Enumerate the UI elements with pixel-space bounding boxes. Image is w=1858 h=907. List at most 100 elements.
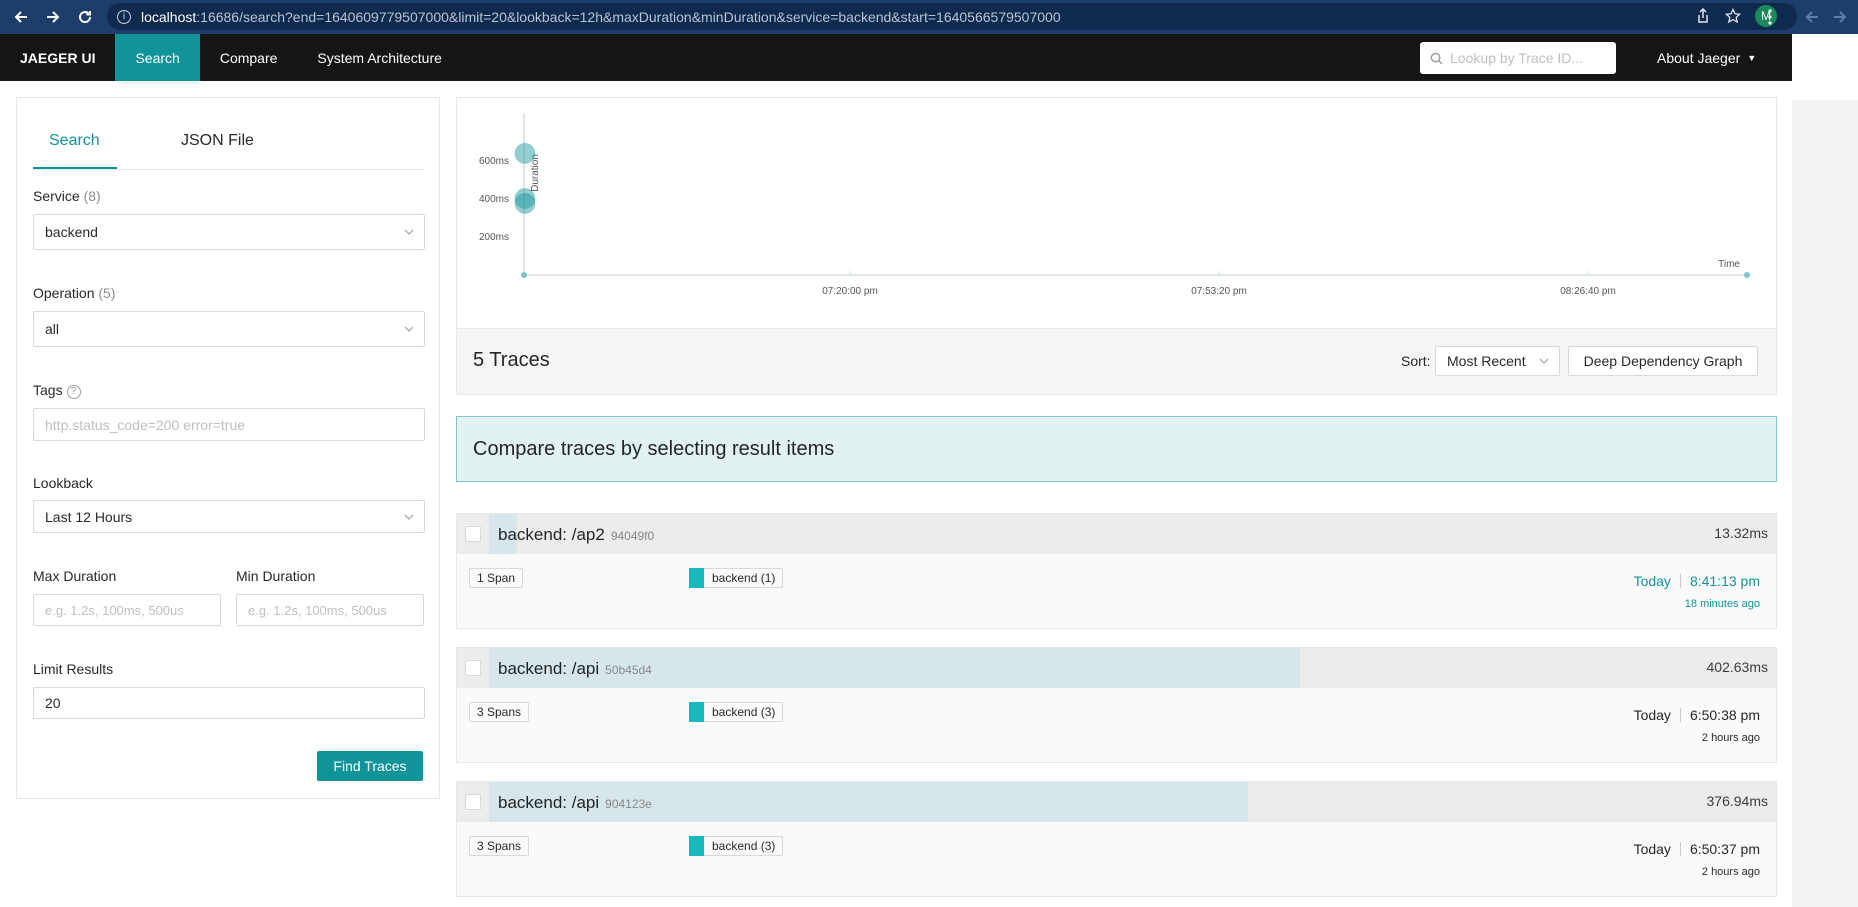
lookback-select[interactable]: Last 12 Hours bbox=[33, 500, 425, 533]
divider bbox=[1679, 574, 1681, 588]
browser-toolbar: i localhost:16686/search?end=16406097795… bbox=[0, 0, 1858, 34]
x-tick-label: 07:20:00 pm bbox=[822, 286, 878, 297]
trace-item-header[interactable]: backend: /api 904123e 376.94ms bbox=[457, 782, 1776, 822]
sort-label: Sort: bbox=[1401, 353, 1431, 369]
trace-item-header[interactable]: backend: /ap2 94049f0 13.32ms bbox=[457, 514, 1776, 554]
trace-title[interactable]: backend: /api 50b45d4 bbox=[498, 659, 652, 679]
about-label: About Jaeger bbox=[1657, 49, 1741, 66]
trace-title[interactable]: backend: /api 904123e bbox=[498, 793, 652, 813]
trace-duration: 402.63ms bbox=[1706, 659, 1768, 675]
trace-time: 6:50:38 pm bbox=[1689, 707, 1760, 723]
axis-origin-dot bbox=[521, 272, 527, 278]
min-duration-label: Min Duration bbox=[236, 568, 316, 584]
max-duration-label: Max Duration bbox=[33, 568, 117, 584]
span-count-tag: 3 Spans bbox=[469, 836, 530, 856]
devtools-back-icon[interactable] bbox=[1800, 0, 1824, 34]
lookup-placeholder: Lookup by Trace ID... bbox=[1450, 50, 1584, 66]
tab-search[interactable]: Search bbox=[49, 132, 100, 150]
trace-duration: 376.94ms bbox=[1706, 793, 1768, 809]
chevron-down-icon: ▼ bbox=[1747, 52, 1757, 63]
max-duration-input[interactable]: e.g. 1.2s, 100ms, 500us bbox=[33, 594, 221, 626]
trace-id-lookup-input[interactable]: Lookup by Trace ID... bbox=[1420, 42, 1616, 74]
trace-scatter-plot: 200ms 400ms 600ms 07:20:00 pm 07:53:20 pm 08:… bbox=[456, 97, 1777, 329]
y-tick-label: 400ms bbox=[479, 194, 509, 205]
sort-value: Most Recent bbox=[1447, 353, 1526, 369]
trace-relative-time: 2 hours ago bbox=[1701, 732, 1760, 744]
deep-dependency-graph-button[interactable]: Deep Dependency Graph bbox=[1568, 346, 1758, 376]
trace-id: 94049f0 bbox=[610, 529, 655, 543]
url-path: :16686/search?end=1640609779507000&limit… bbox=[196, 8, 1061, 25]
search-icon bbox=[1430, 52, 1443, 64]
browser-menu-icon[interactable] bbox=[1760, 0, 1780, 34]
service-tag: backend (3) bbox=[689, 702, 784, 722]
compare-checkbox[interactable] bbox=[465, 794, 481, 810]
jaeger-brand[interactable]: JAEGER UI bbox=[0, 34, 115, 81]
trace-item[interactable]: backend: /ap2 94049f0 13.32ms 1 Span backend… bbox=[456, 513, 1777, 629]
service-tag-label: backend (1) bbox=[712, 571, 776, 585]
tags-input[interactable]: http.status_code=200 error=true bbox=[33, 408, 425, 441]
operation-value: all bbox=[45, 321, 60, 337]
trace-item[interactable]: backend: /api 904123e 376.94ms 3 Spans backe… bbox=[456, 781, 1777, 897]
y-tick-label: 200ms bbox=[479, 232, 509, 243]
trace-count: 5 Traces bbox=[473, 349, 550, 371]
compare-checkbox[interactable] bbox=[465, 660, 481, 676]
nav-system-architecture[interactable]: System Architecture bbox=[297, 34, 462, 81]
service-label: Service (8) bbox=[33, 188, 101, 204]
bookmark-star-icon[interactable] bbox=[1724, 7, 1742, 27]
chevron-down-icon bbox=[404, 326, 414, 332]
about-jaeger-menu[interactable]: About Jaeger ▼ bbox=[1657, 34, 1756, 81]
forward-icon[interactable] bbox=[37, 0, 69, 34]
trace-relative-time: 18 minutes ago bbox=[1684, 598, 1760, 610]
min-duration-input[interactable]: e.g. 1.2s, 100ms, 500us bbox=[236, 594, 424, 626]
share-icon[interactable] bbox=[1695, 7, 1711, 27]
trace-day: Today bbox=[1633, 573, 1671, 589]
service-tag-label: backend (3) bbox=[712, 839, 776, 853]
trace-item[interactable]: backend: /api 50b45d4 402.63ms 3 Spans backe… bbox=[456, 647, 1777, 763]
address-bar[interactable]: i localhost:16686/search?end=16406097795… bbox=[107, 3, 1797, 30]
jaeger-top-nav: JAEGER UI Search Compare System Architec… bbox=[0, 34, 1792, 81]
trace-point bbox=[514, 192, 536, 214]
trace-start-time: Today 6:50:38 pm bbox=[1634, 707, 1760, 723]
service-select[interactable]: backend bbox=[33, 214, 425, 250]
help-icon[interactable]: ? bbox=[66, 385, 81, 399]
trace-name: backend: /ap2 bbox=[498, 525, 605, 544]
compare-banner: Compare traces by selecting result items bbox=[456, 416, 1777, 482]
site-info-icon[interactable]: i bbox=[117, 9, 131, 24]
service-tag: backend (1) bbox=[689, 568, 784, 588]
sort-select[interactable]: Most Recent bbox=[1435, 346, 1560, 376]
results-header: 5 Traces Sort: Most Recent Deep Dependen… bbox=[456, 329, 1777, 395]
lookback-label: Lookback bbox=[33, 475, 93, 491]
service-value: backend bbox=[45, 224, 98, 240]
back-icon[interactable] bbox=[5, 0, 37, 34]
operation-label-text: Operation bbox=[33, 285, 95, 301]
tab-json-file[interactable]: JSON File bbox=[181, 132, 254, 150]
trace-time: 8:41:13 pm bbox=[1689, 573, 1760, 589]
find-traces-button[interactable]: Find Traces bbox=[317, 751, 423, 781]
devtools-side-panel bbox=[1792, 34, 1858, 907]
limit-results-input[interactable]: 20 bbox=[33, 687, 425, 719]
x-tick-label: 07:53:20 pm bbox=[1191, 286, 1247, 297]
operation-label: Operation (5) bbox=[33, 285, 116, 301]
nav-compare[interactable]: Compare bbox=[200, 34, 298, 81]
compare-checkbox[interactable] bbox=[465, 526, 481, 542]
span-count-tag: 1 Span bbox=[469, 568, 524, 588]
divider bbox=[1679, 842, 1681, 856]
x-tick-label: 08:26:40 pm bbox=[1560, 286, 1616, 297]
trace-title[interactable]: backend: /ap2 94049f0 bbox=[498, 525, 654, 545]
trace-point bbox=[514, 142, 536, 164]
trace-time: 6:50:37 pm bbox=[1689, 841, 1760, 857]
tags-label-text: Tags bbox=[33, 382, 63, 398]
nav-search[interactable]: Search bbox=[115, 34, 200, 81]
service-tag: backend (3) bbox=[689, 836, 784, 856]
x-axis-label: Time bbox=[1718, 259, 1740, 270]
devtools-forward-icon[interactable] bbox=[1828, 0, 1852, 34]
reload-icon[interactable] bbox=[69, 0, 101, 34]
chevron-down-icon bbox=[1539, 358, 1549, 364]
y-tick-label: 600ms bbox=[479, 156, 509, 167]
active-tab-indicator bbox=[33, 167, 117, 169]
trace-start-time: Today 8:41:13 pm bbox=[1634, 573, 1760, 589]
operation-select[interactable]: all bbox=[33, 311, 425, 347]
trace-day: Today bbox=[1633, 707, 1671, 723]
trace-item-header[interactable]: backend: /api 50b45d4 402.63ms bbox=[457, 648, 1776, 688]
service-color-swatch bbox=[689, 702, 704, 722]
